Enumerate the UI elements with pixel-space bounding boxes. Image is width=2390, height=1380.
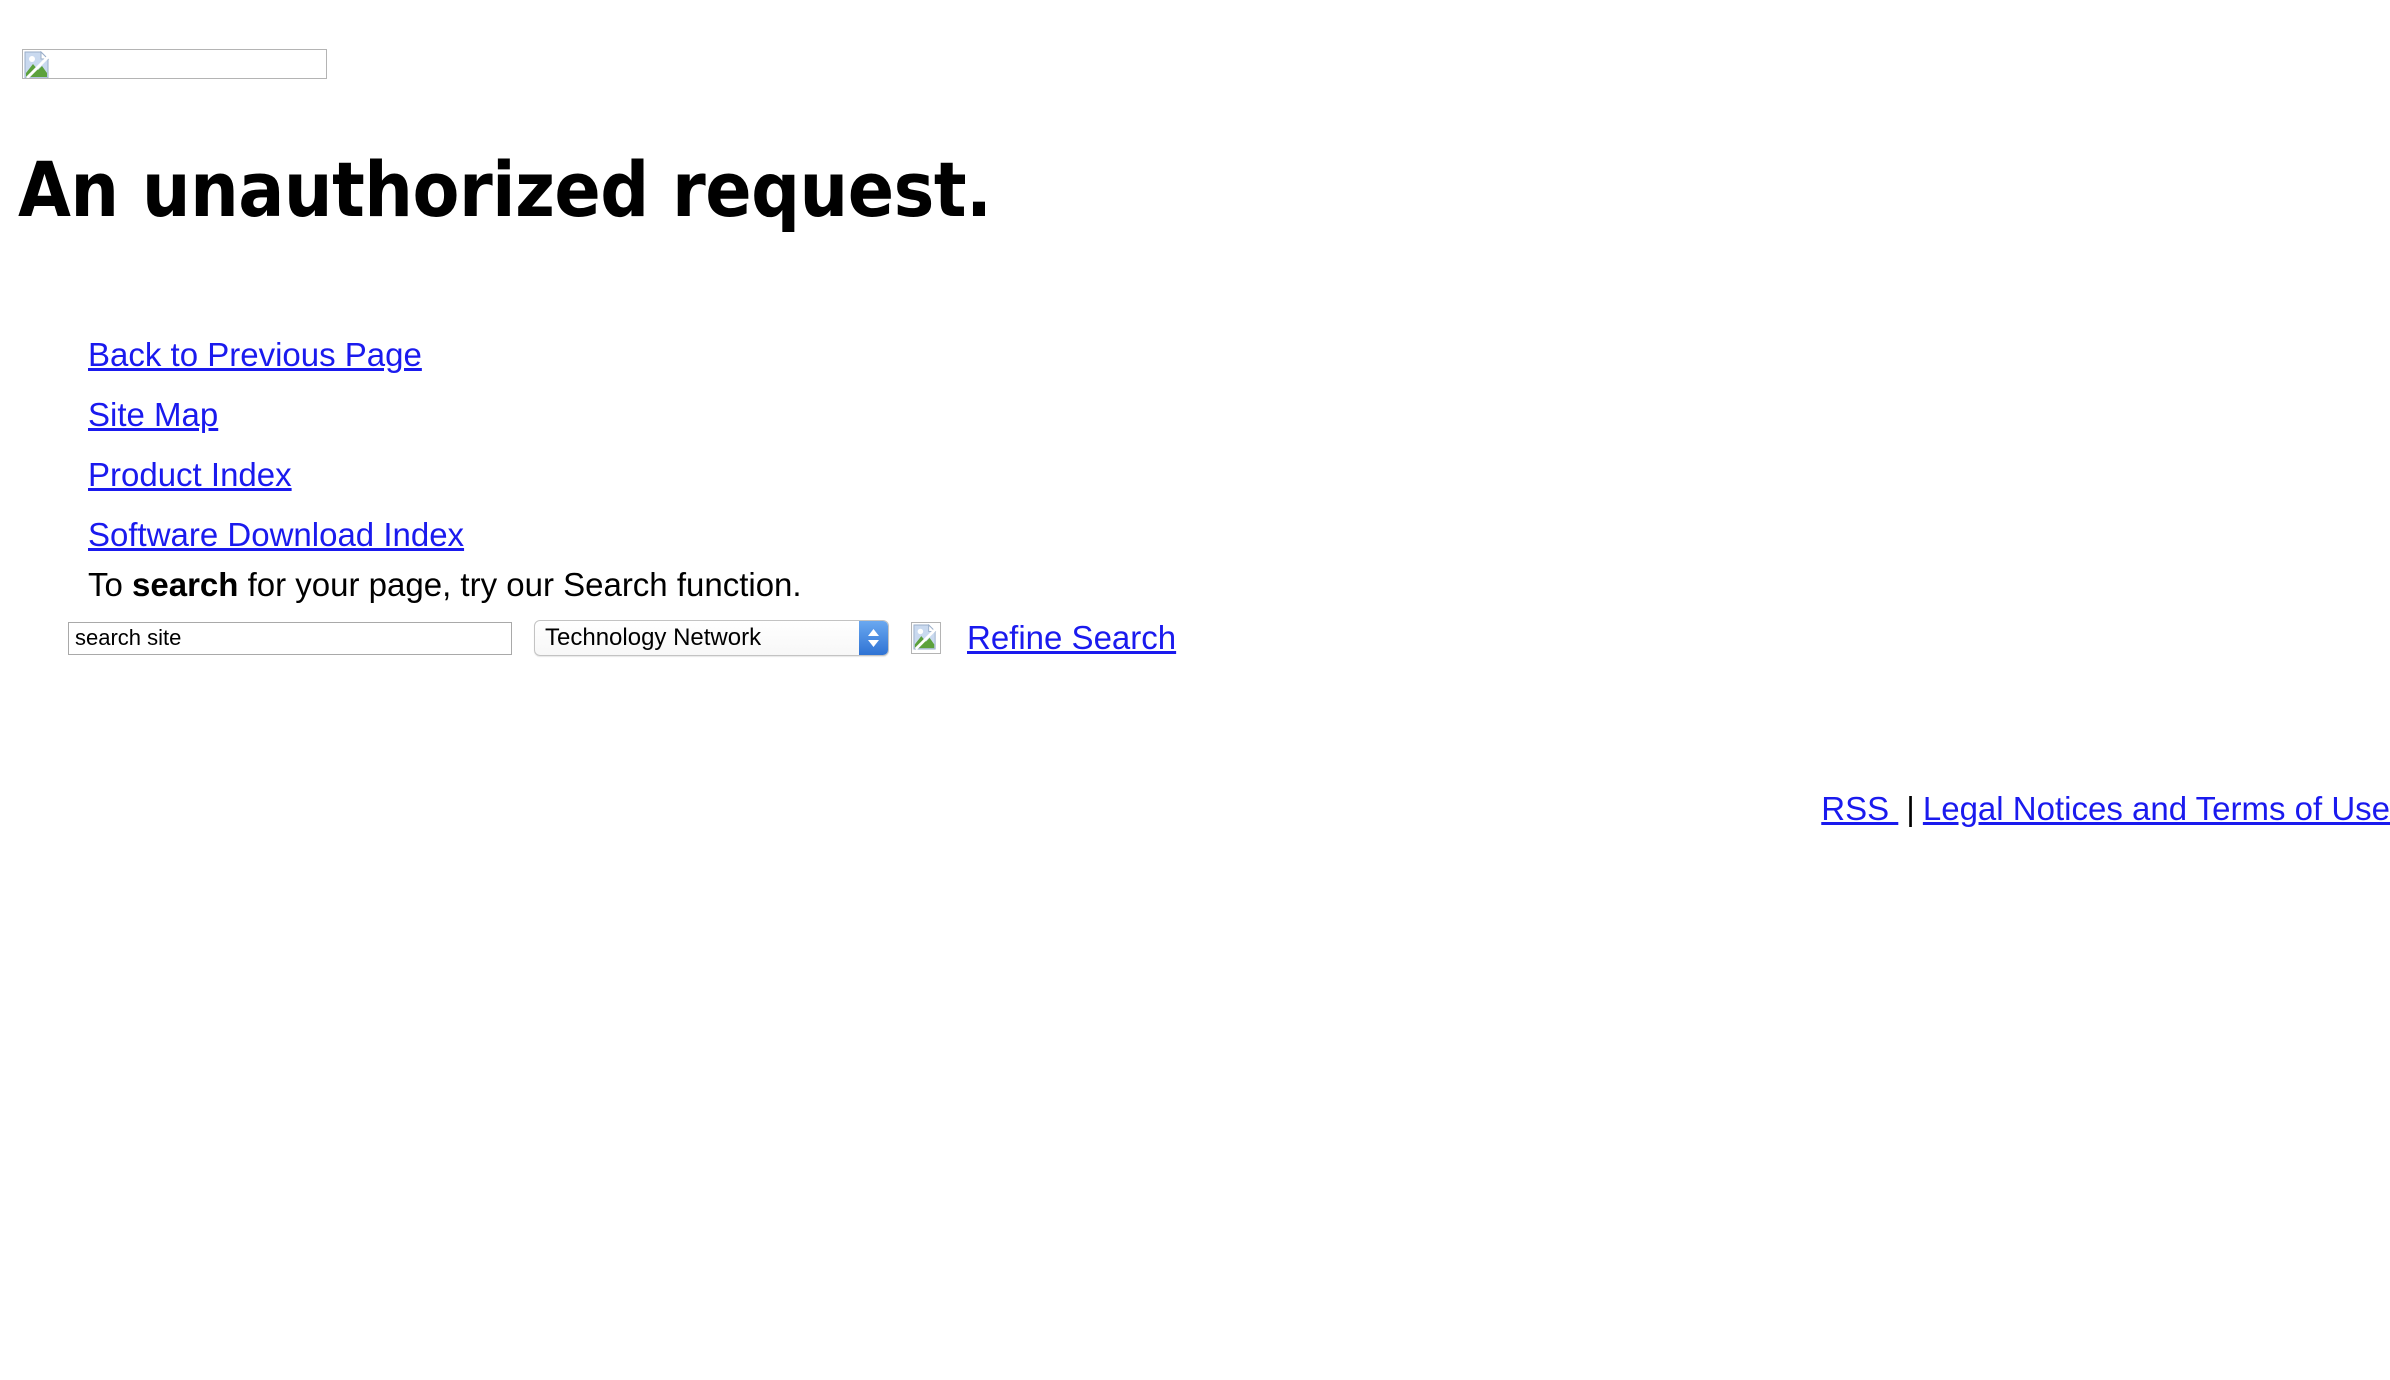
page-title: An unauthorized request.	[18, 145, 992, 234]
search-submit-button[interactable]	[911, 622, 941, 654]
broken-image-icon	[913, 623, 937, 650]
list-item: Back to Previous Page	[88, 325, 464, 385]
link-refine-search[interactable]: Refine Search	[967, 619, 1176, 657]
search-prompt-text: To search for your page, try our Search …	[88, 565, 802, 605]
link-site-map[interactable]: Site Map	[88, 396, 218, 433]
chevron-updown-icon[interactable]	[859, 621, 888, 655]
search-form: Technology Network Refine Search	[68, 619, 1176, 657]
search-input[interactable]	[68, 621, 512, 655]
link-software-download-index[interactable]: Software Download Index	[88, 516, 464, 553]
search-prompt-suffix: for your page, try our Search function.	[238, 566, 802, 603]
search-prompt-emphasis: search	[132, 566, 239, 603]
search-prompt-prefix: To	[88, 566, 133, 603]
helpful-links-list: Back to Previous Page Site Map Product I…	[88, 325, 464, 565]
link-product-index[interactable]: Product Index	[88, 456, 292, 493]
footer-separator: |	[1906, 790, 1915, 827]
list-item: Site Map	[88, 385, 464, 445]
link-legal-notices[interactable]: Legal Notices and Terms of Use	[1923, 790, 2390, 827]
search-scope-select[interactable]: Technology Network	[534, 620, 889, 656]
search-scope-selected-value: Technology Network	[545, 624, 762, 651]
link-back-to-previous-page[interactable]: Back to Previous Page	[88, 336, 422, 373]
list-item: Software Download Index	[88, 505, 464, 565]
footer: RSS | Legal Notices and Terms of Use	[0, 785, 2390, 833]
search-scope-select-box[interactable]: Technology Network	[534, 620, 889, 656]
site-logo-image	[22, 49, 327, 79]
link-rss[interactable]: RSS	[1821, 790, 1898, 827]
list-item: Product Index	[88, 445, 464, 505]
broken-image-icon	[24, 50, 50, 78]
